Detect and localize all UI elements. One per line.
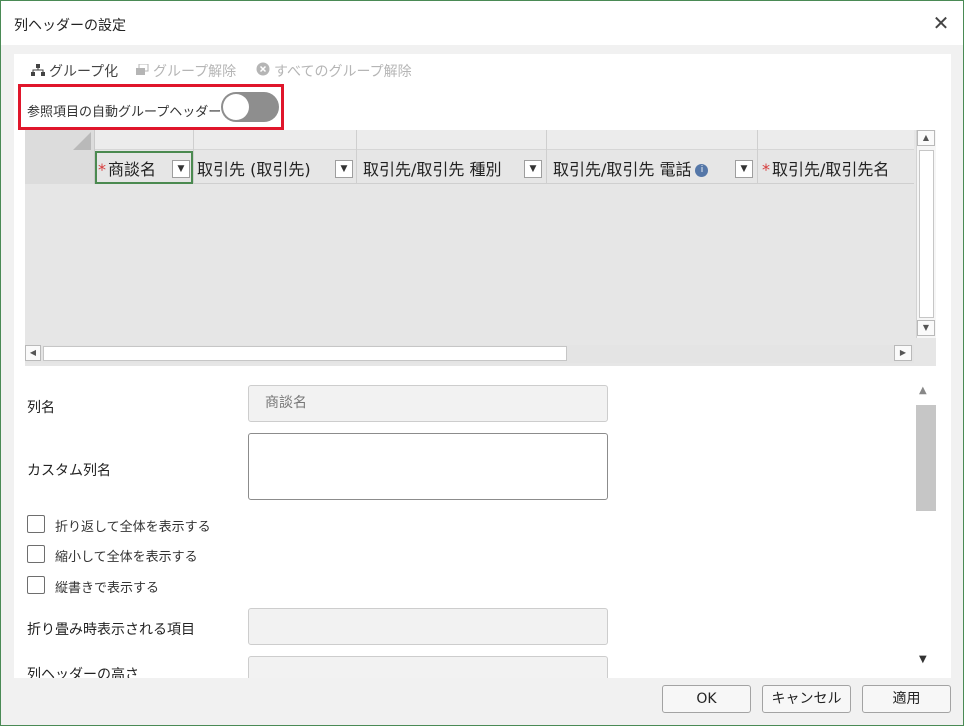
ungroup-all-button[interactable]: すべてのグループ解除 [256,62,412,82]
form-vertical-scrollbar[interactable]: ▲ ▼ [914,379,938,675]
ungroup-icon [135,62,149,82]
toggle-knob [223,94,249,120]
scroll-up-icon[interactable]: ▲ [917,130,935,146]
column-header-opportunity-name[interactable]: * 商談名 ▼ [95,130,194,184]
form-scroll-thumb[interactable] [916,405,936,511]
header-height-label: 列ヘッダーの高さ [27,667,139,678]
required-mark: * [98,160,106,179]
custom-column-name-input[interactable] [248,433,608,500]
scroll-right-icon[interactable]: ▶ [894,345,912,361]
dialog-title: 列ヘッダーの設定 [14,18,126,34]
shrink-label: 縮小して全体を表示する [55,550,198,565]
title-bar: 列ヘッダーの設定 ✕ [1,1,963,45]
dropdown-icon[interactable]: ▼ [524,160,542,178]
column-header-grid: * 商談名 ▼ 取引先 (取引先) ▼ 取引先/取引先 種別 ▼ 取引先/取引先 … [25,130,936,366]
group-button[interactable]: グループ化 [31,62,118,82]
wrap-checkbox[interactable] [27,515,45,533]
custom-column-name-label: カスタム列名 [27,463,111,479]
column-name-field: 商談名 [248,385,608,422]
header-height-field[interactable] [248,656,608,678]
auto-group-header-toggle[interactable] [221,92,279,122]
column-header-account-phone[interactable]: 取引先/取引先 電話 i ▼ [547,130,758,184]
ok-button[interactable]: OK [662,685,751,713]
grid-vertical-scrollbar[interactable]: ▲ ▼ [916,130,936,338]
apply-button[interactable]: 適用 [862,685,951,713]
grid-header-row: * 商談名 ▼ 取引先 (取引先) ▼ 取引先/取引先 種別 ▼ 取引先/取引先 … [25,130,914,184]
wrap-label: 折り返して全体を表示する [55,520,211,535]
column-name-label: 列名 [27,400,55,416]
scroll-down-icon[interactable]: ▼ [919,654,927,665]
vertical-text-label: 縦書きで表示する [55,581,160,596]
column-caption: 取引先 (取引先) [197,160,311,179]
collapsed-display-field[interactable] [248,608,608,645]
cancel-button[interactable]: キャンセル [762,685,851,713]
column-header-account[interactable]: 取引先 (取引先) ▼ [194,130,357,184]
column-header-account-type[interactable]: 取引先/取引先 種別 ▼ [357,130,547,184]
corner-triangle [73,132,91,150]
ungroup-label: グループ解除 [153,64,237,80]
dropdown-icon[interactable]: ▼ [335,160,353,178]
scroll-left-icon[interactable]: ◀ [25,345,41,361]
dialog-window: 列ヘッダーの設定 ✕ グループ化 グループ解除 すべてのグループ解除 参照項目の… [0,0,964,726]
dropdown-icon[interactable]: ▼ [172,160,190,178]
close-icon[interactable]: ✕ [929,11,953,35]
auto-group-header-label: 参照項目の自動グループヘッダー [27,105,222,120]
dropdown-icon[interactable]: ▼ [735,160,753,178]
column-caption: 取引先/取引先 種別 [363,160,502,179]
vertical-scroll-thumb[interactable] [919,150,934,318]
grid-horizontal-scrollbar[interactable]: ◀ ▶ [25,345,914,363]
collapsed-display-label: 折り畳み時表示される項目 [27,622,195,638]
info-icon[interactable]: i [695,164,709,177]
column-caption: 取引先/取引先名 [772,160,890,179]
group-label: グループ化 [49,64,119,80]
horizontal-scroll-thumb[interactable] [43,346,567,361]
scroll-down-icon[interactable]: ▼ [917,320,935,336]
clipped-row: 列ヘッダーの高さ [14,656,914,678]
content-panel: グループ化 グループ解除 すべてのグループ解除 参照項目の自動グループヘッダー [14,54,951,678]
required-mark: * [762,160,770,179]
scroll-up-icon[interactable]: ▲ [919,385,927,396]
shrink-checkbox[interactable] [27,545,45,563]
ungroup-all-label: すべてのグループ解除 [274,64,412,80]
column-caption: 取引先/取引先 電話 [553,160,692,179]
hierarchy-icon [31,62,45,82]
clear-circle-icon [256,62,270,82]
ungroup-button[interactable]: グループ解除 [135,62,236,82]
column-caption: 商談名 [108,160,157,179]
grid-corner[interactable] [25,130,95,184]
column-header-account-name[interactable]: * 取引先/取引先名 [758,130,914,184]
vertical-text-checkbox[interactable] [27,576,45,594]
